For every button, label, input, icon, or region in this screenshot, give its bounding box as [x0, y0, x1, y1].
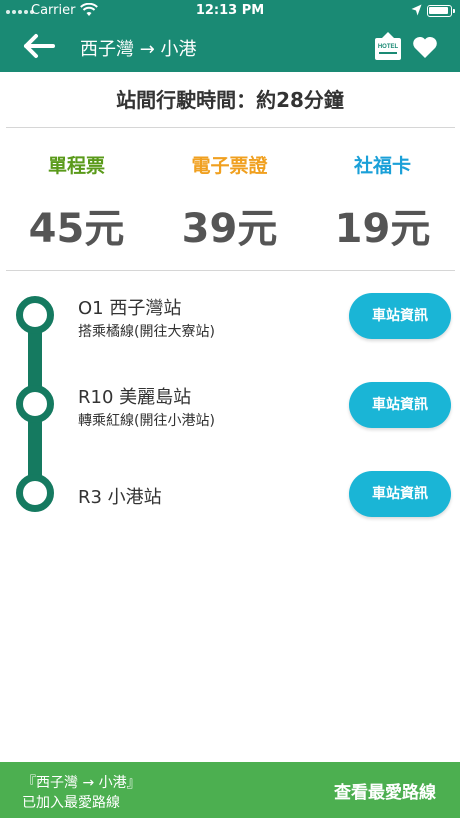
- station-name: O1 西子灣站: [78, 298, 182, 319]
- station-name: R10 美麗島站: [78, 387, 192, 408]
- fare-label: 社福卡: [353, 155, 411, 177]
- station-node: [16, 296, 54, 334]
- back-arrow-icon[interactable]: [22, 32, 56, 60]
- route-title: 西子灣 → 小港: [80, 39, 197, 60]
- station-info-button[interactable]: 車站資訊: [349, 471, 451, 517]
- fare-price: 45元: [28, 206, 125, 252]
- station-info-button[interactable]: 車站資訊: [349, 293, 451, 339]
- fare-price: 39元: [181, 206, 278, 252]
- status-bar: Carrier 12:13 PM: [0, 0, 460, 22]
- hotel-icon-text: HOTEL: [378, 44, 399, 50]
- clock: 12:13 PM: [195, 3, 265, 18]
- app-header: Carrier 12:13 PM 西子灣 → 小港 HOTEL: [0, 0, 460, 72]
- snackbar-message: 已加入最愛路線: [22, 795, 120, 811]
- fare-price: 19元: [334, 206, 431, 252]
- fare-label: 單程票: [47, 155, 105, 177]
- location-arrow-icon: [411, 4, 422, 16]
- travel-time: 站間行駛時間：約28分鐘: [116, 88, 344, 112]
- fare-single-ticket: 單程票 45元: [0, 128, 153, 270]
- snackbar-route: 『西子灣 → 小港』: [22, 775, 141, 791]
- heart-icon[interactable]: [412, 35, 438, 59]
- view-favorites-button[interactable]: 查看最愛路線: [334, 778, 436, 803]
- fare-e-ticket: 電子票證 39元: [153, 128, 306, 270]
- battery-icon: [427, 5, 455, 17]
- station-direction: 轉乘紅線(開往小港站): [78, 413, 215, 429]
- station-name: R3 小港站: [78, 487, 162, 508]
- station-info-button[interactable]: 車站資訊: [349, 382, 451, 428]
- fare-label: 電子票證: [191, 155, 268, 177]
- station-node: [16, 385, 54, 423]
- hotel-icon[interactable]: HOTEL: [374, 31, 402, 61]
- divider: [6, 270, 455, 271]
- station-node: [16, 474, 54, 512]
- station-direction: 搭乘橘線(開往大寮站): [78, 324, 215, 340]
- favorite-added-snackbar: 『西子灣 → 小港』 已加入最愛路線 查看最愛路線: [0, 762, 460, 818]
- fare-social-welfare-card: 社福卡 19元: [306, 128, 459, 270]
